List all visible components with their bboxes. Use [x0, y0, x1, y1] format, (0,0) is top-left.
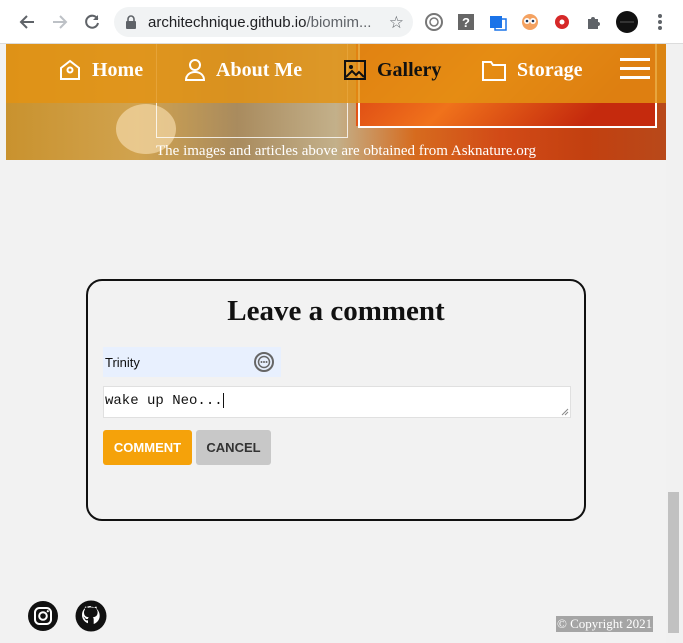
hamburger-menu-icon[interactable]	[620, 58, 650, 80]
github-icon[interactable]	[75, 600, 107, 632]
kebab-menu-icon[interactable]	[650, 12, 670, 32]
nav-about-me[interactable]: About Me	[184, 58, 302, 82]
record-extension-icon[interactable]	[552, 12, 572, 32]
translate-extension-icon[interactable]	[488, 12, 508, 32]
bookmark-star-icon[interactable]: ☆	[389, 13, 404, 33]
svg-text:?: ?	[462, 15, 470, 30]
person-icon	[184, 59, 206, 81]
nav-about-label: About Me	[216, 58, 303, 81]
extensions-puzzle-icon[interactable]	[584, 12, 604, 32]
address-bar[interactable]: architechnique.github.io/biomim... ☆	[114, 7, 413, 37]
nav-gallery-label: Gallery	[377, 58, 442, 81]
url-text: architechnique.github.io/biomim...	[148, 14, 378, 31]
folder-icon	[482, 61, 506, 81]
nav-gallery[interactable]: Gallery	[343, 58, 441, 82]
instagram-icon[interactable]	[27, 600, 59, 632]
page-viewport: The images and articles above are obtain…	[6, 44, 666, 643]
resize-handle-icon[interactable]	[561, 408, 569, 416]
nav-storage[interactable]: Storage	[481, 58, 583, 82]
comment-textarea-value: wake up Neo...	[105, 393, 223, 410]
top-navbar: Home About Me Gallery Storage	[6, 44, 666, 103]
help-extension-icon[interactable]: ?	[456, 12, 476, 32]
text-caret	[222, 393, 224, 408]
url-path: /biomim...	[306, 13, 372, 31]
owl-extension-icon[interactable]	[520, 12, 540, 32]
name-input-value: Trinity	[105, 354, 140, 370]
forward-icon[interactable]	[48, 10, 72, 34]
browser-toolbar: architechnique.github.io/biomim... ☆ ?	[0, 0, 683, 44]
lock-icon	[126, 15, 136, 29]
back-icon[interactable]	[15, 10, 39, 34]
scrollbar-thumb[interactable]	[668, 492, 679, 633]
profile-avatar[interactable]	[616, 11, 638, 33]
image-credit: The images and articles above are obtain…	[156, 143, 537, 159]
password-manager-icon[interactable]	[253, 351, 275, 373]
comment-card: Leave a comment Trinity wake up Neo... C…	[86, 279, 586, 521]
copyright-text: © Copyright 2021	[556, 616, 654, 632]
image-icon	[344, 60, 366, 80]
reload-icon[interactable]	[80, 10, 104, 34]
url-host: architechnique.github.io	[148, 13, 307, 31]
nav-storage-label: Storage	[517, 58, 583, 81]
nav-home[interactable]: Home	[58, 58, 143, 82]
name-input[interactable]: Trinity	[103, 347, 281, 377]
comment-title: Leave a comment	[227, 295, 445, 327]
comment-button[interactable]: COMMENT	[103, 430, 192, 465]
birdhouse-icon	[60, 59, 80, 80]
nav-home-label: Home	[92, 58, 144, 81]
password-extension-icon[interactable]	[424, 12, 444, 32]
cancel-button[interactable]: CANCEL	[196, 430, 271, 465]
comment-textarea[interactable]: wake up Neo...	[103, 386, 571, 418]
